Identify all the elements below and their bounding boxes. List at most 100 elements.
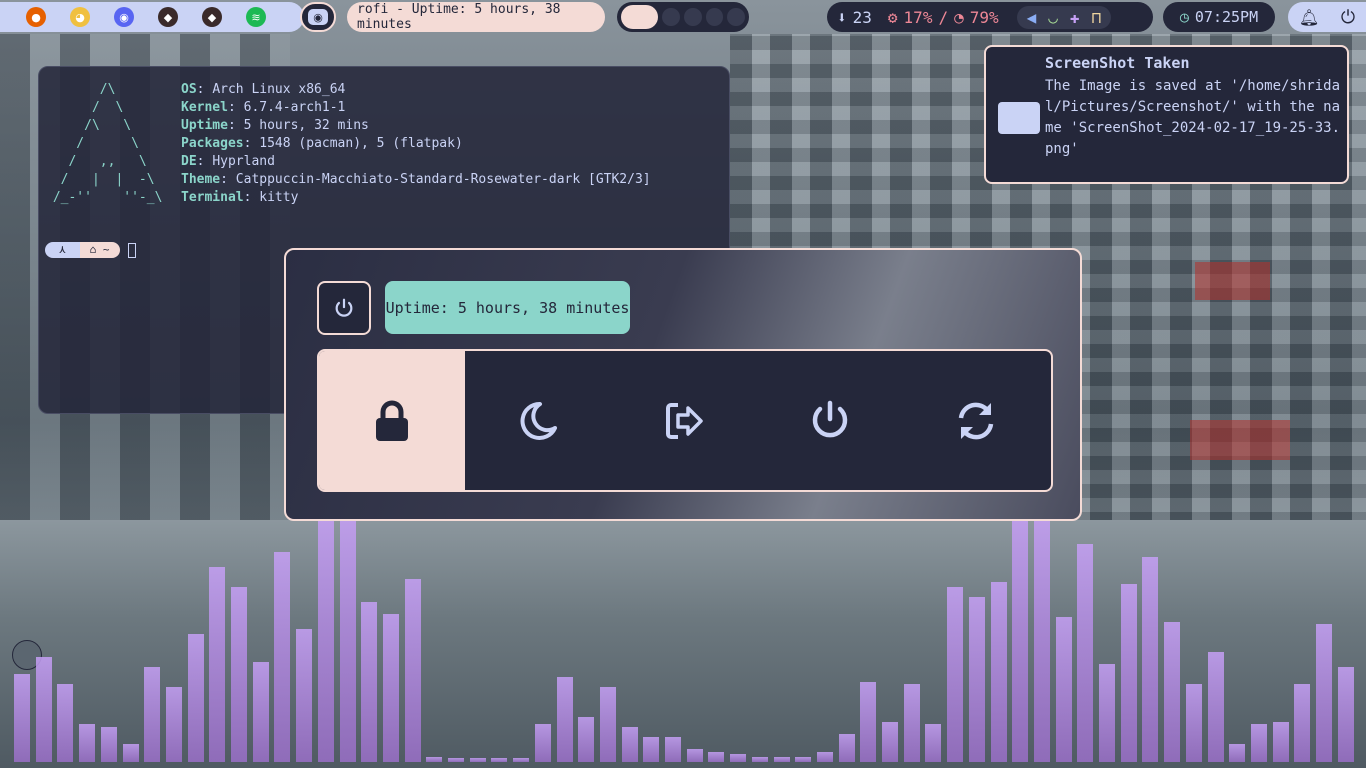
- logout-option[interactable]: [611, 351, 757, 490]
- unlock-icon[interactable]: ⊓: [1092, 8, 1102, 27]
- system-info-key: DE: [181, 154, 197, 169]
- app-mascot-2-icon: ◆: [202, 7, 222, 27]
- system-info-value: Hyprland: [212, 154, 275, 169]
- system-info-value: Arch Linux x86_64: [212, 82, 346, 97]
- system-info-line: Terminal: kitty: [181, 189, 651, 207]
- logout-icon: [666, 402, 703, 439]
- system-info-line: Theme: Catppuccin-Macchiato-Standard-Ros…: [181, 171, 651, 189]
- system-info-colon: :: [196, 82, 213, 97]
- app-firefox-button[interactable]: ●: [14, 2, 58, 32]
- system-info-colon: :: [227, 118, 244, 133]
- system-info-line: Uptime: 5 hours, 32 mins: [181, 117, 651, 135]
- system-info-value: Catppuccin-Macchiato-Standard-Rosewater-…: [235, 172, 651, 187]
- system-info-colon: :: [220, 172, 236, 187]
- app-app-cat-button[interactable]: ◕: [58, 2, 102, 32]
- app-spotify-button[interactable]: ≋: [234, 2, 278, 32]
- power-icon[interactable]: ⏻: [1341, 7, 1355, 28]
- power-menu: Uptime: 5 hours, 38 minutes: [284, 248, 1082, 521]
- system-info-key: Uptime: [181, 118, 228, 133]
- system-info: OS: Arch Linux x86_64 Kernel: 6.7.4-arch1…: [181, 81, 651, 207]
- clock-time: 07:25PM: [1194, 8, 1259, 26]
- system-info-colon: :: [243, 190, 260, 205]
- memory-usage[interactable]: 79%: [970, 8, 999, 27]
- window-title-text: rofi - Uptime: 5 hours, 38 minutes: [357, 2, 561, 32]
- app-app-mascot-1-button[interactable]: ◆: [146, 2, 190, 32]
- app-cat-icon: ◕: [70, 7, 90, 27]
- wallpaper-sign: [1190, 420, 1290, 460]
- system-info-line: Packages: 1548 (pacman), 5 (flatpak): [181, 135, 651, 153]
- notification-title: ScreenShot Taken: [1045, 54, 1190, 72]
- workspace-3[interactable]: [683, 8, 702, 26]
- system-stats: ⬇ 23 ⚙ 17% / ◔ 79% ◀ ◡ ✚ ⊓: [827, 2, 1153, 32]
- window-title: rofi - Uptime: 5 hours, 38 minutes: [347, 2, 605, 32]
- system-info-key: Kernel: [181, 100, 228, 115]
- power-icon: [335, 298, 353, 317]
- memory-icon: ◔: [954, 7, 964, 27]
- system-info-line: DE: Hyprland: [181, 153, 651, 171]
- prompt-arch-segment: ⋏: [45, 242, 80, 258]
- app-discord-button[interactable]: ◉: [102, 2, 146, 32]
- app-mascot-1-icon: ◆: [158, 7, 178, 27]
- right-tray: 🔔︎ ⏻: [1288, 2, 1366, 32]
- firefox-icon: ●: [26, 7, 46, 27]
- app-launcher-bar: ● ◕ ◉ ◆ ◆ ≋: [0, 2, 304, 32]
- notification-body: The Image is saved at '/home/shridal/Pic…: [1045, 78, 1341, 157]
- workspace-5[interactable]: [727, 8, 745, 26]
- system-info-colon: :: [227, 100, 244, 115]
- screenshot-notification[interactable]: ScreenShot Taken The Image is saved at '…: [984, 45, 1349, 184]
- clock-icon: ◷: [1179, 8, 1189, 26]
- terminal-cursor: [127, 242, 136, 258]
- system-info-value: 5 hours, 32 mins: [243, 118, 369, 133]
- wallpaper-sign: [1195, 262, 1270, 300]
- system-info-key: OS: [181, 82, 197, 97]
- system-info-key: Packages: [181, 136, 244, 151]
- updates-icon: ⬇: [837, 7, 847, 27]
- volume-icon[interactable]: ◀: [1027, 8, 1037, 27]
- system-info-key: Theme: [181, 172, 221, 187]
- discord-tray-button[interactable]: ◉: [300, 2, 336, 32]
- spotify-icon: ≋: [246, 7, 266, 27]
- suspend-option[interactable]: [465, 351, 611, 490]
- stats-separator: /: [938, 7, 949, 27]
- system-stats-group: ⬇ 23 ⚙ 17% / ◔ 79% ◀ ◡ ✚ ⊓: [827, 2, 1153, 32]
- discord-icon: ◉: [114, 7, 134, 27]
- uptime-label: Uptime: 5 hours, 38 minutes: [385, 281, 630, 334]
- system-info-line: OS: Arch Linux x86_64: [181, 81, 651, 99]
- discord-icon: ◉: [308, 9, 328, 25]
- system-info-key: Terminal: [181, 190, 244, 205]
- lock-icon: [376, 400, 408, 441]
- cpu-usage[interactable]: 17%: [904, 8, 933, 27]
- cpu-icon: ⚙: [887, 7, 898, 27]
- notification-bell-icon[interactable]: 🔔︎: [1299, 8, 1319, 27]
- wallpaper-street: [0, 520, 1366, 768]
- moon-icon: [520, 401, 557, 440]
- workspace-1[interactable]: [621, 5, 659, 29]
- system-info-colon: :: [196, 154, 213, 169]
- power-options-list: [317, 349, 1053, 492]
- clock[interactable]: ◷ 07:25PM: [1163, 2, 1275, 32]
- system-info-colon: :: [243, 136, 260, 151]
- power-menu-prompt-icon: [317, 281, 371, 335]
- shutdown-icon: [812, 400, 848, 437]
- plugin-icon[interactable]: ✚: [1070, 8, 1080, 27]
- system-info-value: 6.7.4-arch1-1: [243, 100, 346, 115]
- updates-count[interactable]: 23: [853, 8, 872, 27]
- system-info-value: kitty: [259, 190, 299, 205]
- workspace-4[interactable]: [705, 8, 724, 26]
- screenshot-image-icon: [998, 102, 1040, 134]
- shutdown-option[interactable]: [757, 351, 903, 490]
- lock-option[interactable]: [319, 351, 465, 490]
- reboot-icon: [958, 402, 994, 439]
- wifi-icon[interactable]: ◡: [1048, 8, 1058, 27]
- system-info-value: 1548 (pacman), 5 (flatpak): [259, 136, 463, 151]
- anchor-icon: [12, 640, 42, 670]
- prompt-dir-segment: ⌂ ~: [79, 242, 120, 258]
- top-bar: ● ◕ ◉ ◆ ◆ ≋ ◉ rofi - Uptime: 5 hours, 38 minu…: [0, 0, 1366, 34]
- app-app-mascot-2-button[interactable]: ◆: [190, 2, 234, 32]
- shell-prompt: ⋏ ⌂ ~: [45, 242, 136, 258]
- arch-ascii-logo: /\ / \ /\ \ / \ / ,, \ / | | -\ /_-'' ''…: [52, 82, 163, 205]
- tray-icons: ◀ ◡ ✚ ⊓: [1016, 5, 1112, 29]
- system-info-line: Kernel: 6.7.4-arch1-1: [181, 99, 651, 117]
- workspace-2[interactable]: [662, 8, 680, 26]
- reboot-option[interactable]: [903, 351, 1049, 490]
